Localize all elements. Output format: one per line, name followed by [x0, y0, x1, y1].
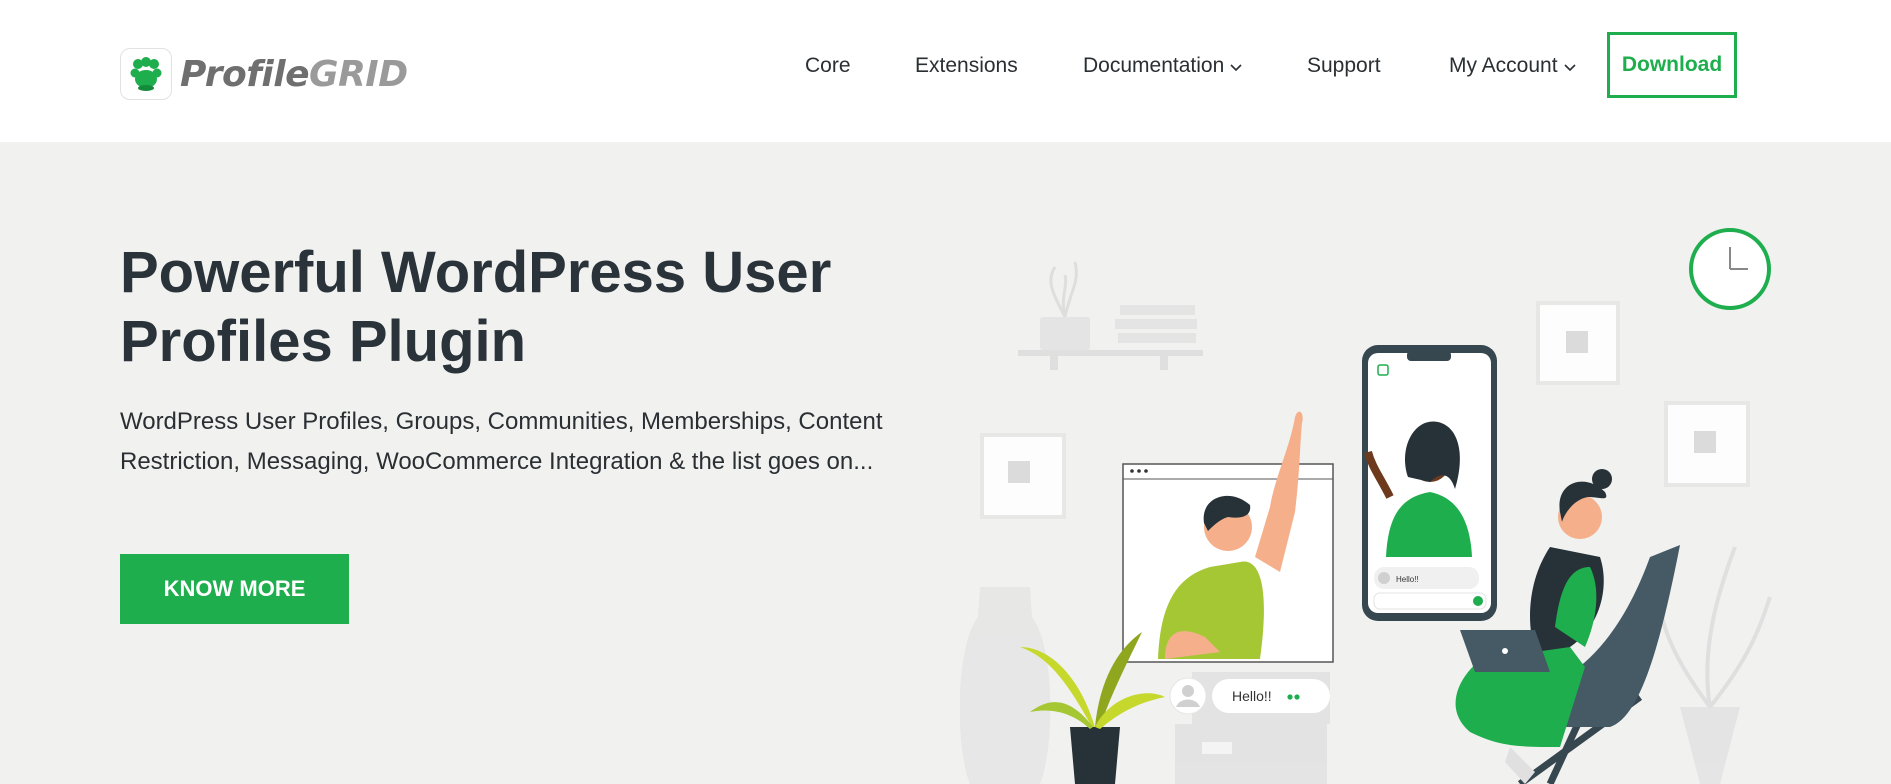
- phone-bubble-text: Hello!!: [1396, 575, 1419, 584]
- hero-description: WordPress User Profiles, Groups, Communi…: [120, 408, 883, 475]
- brand-logo[interactable]: ProfileGRID: [120, 48, 408, 100]
- video-call-window: [1122, 411, 1334, 663]
- brand-wordmark: ProfileGRID: [180, 54, 408, 95]
- nav-item-my-account[interactable]: My Account: [1449, 54, 1576, 78]
- brand-name-part2: GRID: [309, 53, 408, 95]
- nav-item-documentation[interactable]: Documentation: [1083, 54, 1242, 78]
- chevron-down-icon: [1230, 54, 1242, 78]
- site-header: ProfileGRID Core Extensions Documentatio…: [0, 0, 1891, 142]
- nav-item-label: Extensions: [915, 54, 1018, 77]
- nav-item-extensions[interactable]: Extensions: [915, 54, 1018, 78]
- chevron-down-icon: [1563, 54, 1576, 78]
- nav-item-label: Core: [805, 54, 851, 77]
- hero-title: Powerful WordPress User Profiles Plugin: [120, 240, 832, 374]
- hero-illustration: Hello!! Hello!!: [960, 228, 1772, 784]
- brand-name-part1: Profile: [180, 53, 310, 95]
- chat-bubble-text: Hello!!: [1232, 688, 1272, 704]
- hero-section: Powerful WordPress User Profiles Plugin …: [0, 142, 1891, 784]
- nav-item-label: Support: [1307, 54, 1381, 77]
- phone-mockup: Hello!!: [1362, 345, 1497, 621]
- clock-icon: [1689, 228, 1771, 310]
- nav-item-label: Documentation: [1083, 54, 1225, 77]
- download-button[interactable]: Download: [1607, 32, 1737, 98]
- nav-item-label: My Account: [1449, 54, 1558, 77]
- chat-bubble: Hello!!: [1169, 677, 1330, 715]
- know-more-button[interactable]: KNOW MORE: [120, 554, 349, 624]
- nav-item-support[interactable]: Support: [1307, 54, 1381, 78]
- profilegrid-logo-icon: [120, 48, 172, 100]
- nav-item-core[interactable]: Core: [805, 54, 851, 78]
